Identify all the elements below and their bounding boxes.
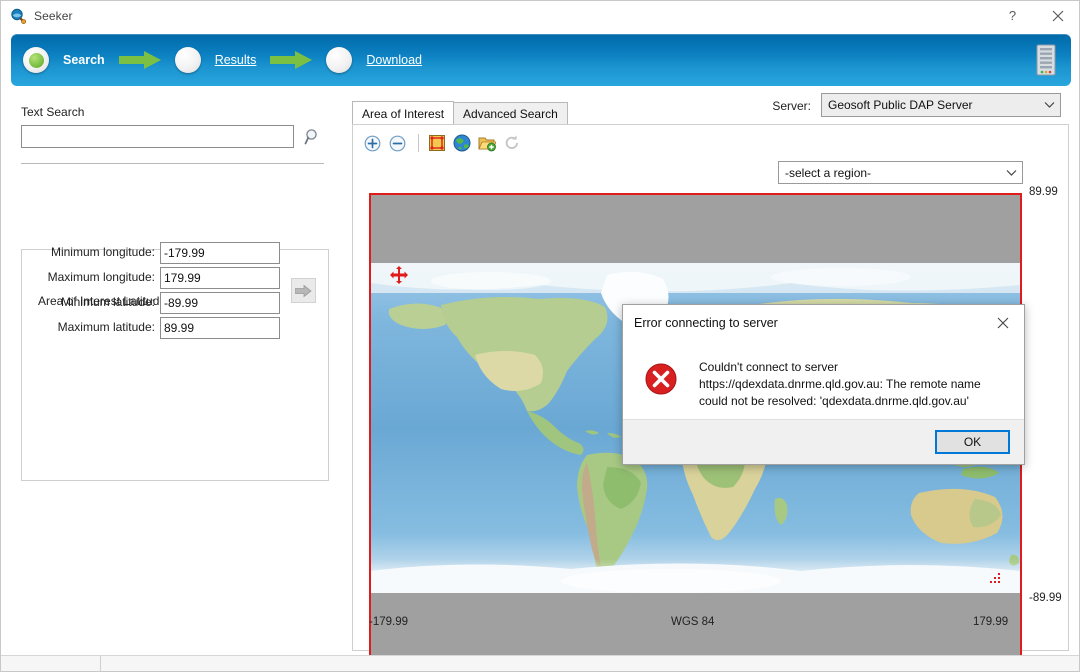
server-label: Server: [772, 99, 811, 113]
map-lon-min-label: -179.99 [369, 616, 409, 628]
close-icon [997, 317, 1009, 329]
close-window-button[interactable] [1035, 2, 1079, 30]
help-label: ? [1008, 8, 1017, 23]
select-extent-button[interactable] [426, 132, 448, 154]
error-circle-icon [645, 353, 679, 419]
server-tower-button[interactable] [1035, 44, 1071, 76]
divider [21, 163, 324, 164]
tab-area-of-interest[interactable]: Area of Interest [352, 101, 455, 125]
select-extent-icon [429, 135, 445, 151]
close-icon [1052, 10, 1064, 21]
server-select[interactable]: Geosoft Public DAP Server [821, 93, 1061, 117]
tab-strip: Area of Interest Advanced Search [352, 101, 568, 125]
ok-button[interactable]: OK [935, 430, 1010, 454]
wizard-banner: Search Results Download [11, 34, 1071, 86]
aoi-row-min-longitude: Minimum longitude: [51, 242, 280, 264]
step-icon-search[interactable] [23, 47, 49, 73]
tab-area-of-interest-label: Area of Interest [362, 106, 445, 121]
globe-icon [453, 134, 471, 152]
ok-button-label: OK [963, 435, 982, 449]
refresh-button[interactable] [501, 132, 523, 154]
error-dialog-title: Error connecting to server [634, 316, 778, 330]
map-lat-max-label: 89.99 [1029, 186, 1058, 198]
aoi-label-min-latitude: Minimum latitude: [60, 295, 155, 309]
aoi-label-max-latitude: Maximum latitude: [57, 320, 155, 334]
search-input[interactable] [21, 125, 294, 148]
full-extent-button[interactable] [451, 132, 473, 154]
tab-advanced-search-label: Advanced Search [463, 107, 558, 121]
step-icon-download[interactable] [326, 47, 353, 73]
zoom-out-button[interactable] [386, 132, 408, 154]
error-dialog-body: Couldn't connect to server https://qdexd… [623, 341, 1024, 419]
zoom-out-icon [389, 135, 405, 151]
map-datum-label: WGS 84 [671, 616, 715, 628]
arrow-right-icon-1 [118, 51, 161, 69]
help-button[interactable]: ? [990, 2, 1035, 30]
aoi-row-max-longitude: Maximum longitude: [48, 267, 280, 289]
app-window: Seeker ? Search Results Download Text Se… [0, 0, 1080, 672]
search-button[interactable] [302, 126, 324, 148]
chevron-down-icon [1038, 101, 1060, 109]
magnifier-icon [304, 129, 317, 145]
error-dialog-footer: OK [623, 419, 1024, 464]
map-lat-min-label: -89.99 [1029, 592, 1062, 604]
error-dialog: Error connecting to server Couldn't conn… [622, 304, 1025, 465]
zoom-in-icon [364, 135, 380, 151]
load-area-button[interactable] [476, 132, 498, 154]
aoi-input-max-latitude[interactable] [160, 317, 280, 339]
step-icon-results[interactable] [174, 47, 201, 73]
refresh-icon [505, 135, 518, 150]
move-handle-icon[interactable] [390, 266, 408, 284]
step-label-results[interactable]: Results [215, 53, 257, 67]
resize-handle-icon[interactable] [989, 573, 1001, 585]
aoi-input-max-longitude[interactable] [160, 267, 280, 289]
left-panel: Text Search Area of Interest Latitude an… [1, 93, 341, 648]
map-lon-max-label: 179.99 [973, 616, 1009, 628]
window-title: Seeker [34, 8, 73, 23]
text-search-label: Text Search [21, 105, 85, 119]
aoi-row-max-latitude: Maximum latitude: [58, 317, 280, 339]
server-select-value: Geosoft Public DAP Server [828, 98, 973, 112]
arrow-right-icon-2 [270, 51, 313, 69]
error-dialog-close-button[interactable] [982, 306, 1024, 340]
step-label-search: Search [63, 53, 105, 67]
aoi-row-min-latitude: Minimum latitude: [61, 292, 280, 314]
step-label-download[interactable]: Download [366, 53, 422, 67]
apply-extent-button[interactable] [291, 278, 316, 303]
error-dialog-title-bar: Error connecting to server [623, 305, 1024, 341]
aoi-label-min-longitude: Minimum longitude: [50, 245, 155, 259]
chevron-down-icon [1000, 169, 1022, 177]
aoi-label-max-longitude: Maximum longitude: [47, 270, 155, 284]
tab-advanced-search[interactable]: Advanced Search [453, 102, 568, 125]
region-select[interactable]: -select a region- [778, 161, 1023, 184]
seeker-app-icon [10, 8, 27, 24]
error-dialog-message: Couldn't connect to server https://qdexd… [699, 360, 981, 408]
server-tower-icon [1036, 44, 1056, 76]
arrow-right-icon [295, 284, 312, 297]
status-bar [1, 655, 1079, 671]
region-select-value: -select a region- [785, 165, 872, 180]
open-folder-add-icon [478, 137, 496, 152]
aoi-input-min-latitude[interactable] [160, 292, 280, 314]
zoom-in-button[interactable] [361, 132, 383, 154]
aoi-input-min-longitude[interactable] [160, 242, 280, 264]
toolbar-separator [418, 134, 419, 152]
status-bar-section [1, 656, 101, 671]
title-bar: Seeker ? [1, 1, 1079, 30]
wizard-steps: Search Results Download [11, 47, 422, 73]
map-toolbar [361, 130, 526, 156]
